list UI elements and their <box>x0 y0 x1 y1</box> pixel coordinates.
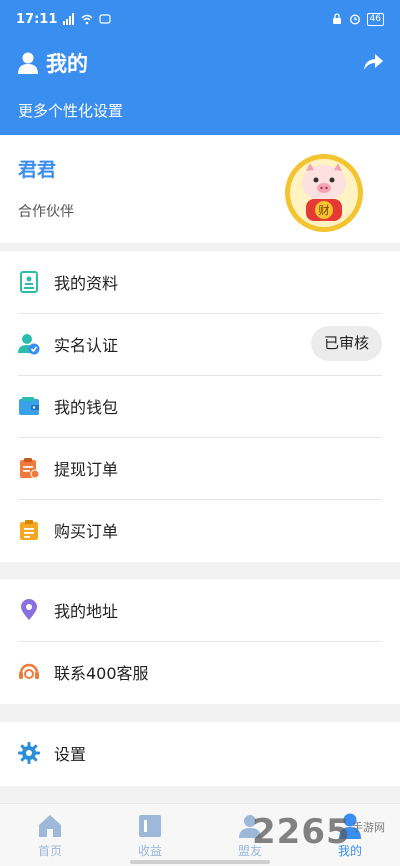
user-role: 合作伙伴 <box>18 204 74 220</box>
menu-item-settings[interactable]: 设置 <box>0 722 400 784</box>
menu-item-my-wallet[interactable]: 我的钱包 <box>0 375 400 437</box>
nfc-icon <box>99 14 111 24</box>
profile-card[interactable]: 君君 合作伙伴 财 <box>0 135 400 243</box>
menu-item-label: 设置 <box>54 745 87 764</box>
page-title: 我的 <box>46 52 88 76</box>
home-indicator[interactable] <box>130 860 270 864</box>
user-icon <box>18 52 38 74</box>
tab-home[interactable]: 首页 <box>0 804 100 866</box>
menu-item-my-address[interactable]: 我的地址 <box>0 579 400 641</box>
status-time: 17:11 <box>16 11 58 27</box>
watermark-logo: 2265 <box>252 812 351 852</box>
avatar-fortune-text: 财 <box>319 203 330 217</box>
menu-item-real-name-verification[interactable]: 实名认证 已审核 <box>0 313 400 375</box>
home-icon <box>39 815 61 837</box>
avatar[interactable]: 财 <box>284 153 364 233</box>
withdraw-clipboard-icon <box>20 458 40 479</box>
menu-item-purchase-orders[interactable]: 购买订单 <box>0 499 400 561</box>
tab-label: 收益 <box>137 844 162 858</box>
status-bar: 17:11 46 <box>0 0 400 38</box>
menu-group-account: 我的资料 实名认证 已审核 我的钱包 提现订单 购买订单 <box>0 251 400 562</box>
battery-indicator: 46 <box>366 12 384 26</box>
menu-item-withdraw-orders[interactable]: 提现订单 <box>0 437 400 499</box>
gear-icon <box>18 742 40 764</box>
signal-icon <box>63 13 75 25</box>
menu-item-label: 提现订单 <box>54 460 119 479</box>
share-icon[interactable] <box>362 52 384 72</box>
menu-group-service: 我的地址 联系400客服 <box>0 579 400 704</box>
verification-status-badge: 已审核 <box>310 326 382 361</box>
location-pin-icon <box>21 599 37 620</box>
menu-item-label: 我的钱包 <box>54 398 119 417</box>
menu-item-contact-service[interactable]: 联系400客服 <box>0 641 400 703</box>
verified-user-icon <box>18 334 40 355</box>
customer-service-icon <box>19 663 39 679</box>
menu-item-label: 我的地址 <box>54 602 119 621</box>
purchase-clipboard-icon <box>20 520 38 540</box>
menu-item-label: 联系400客服 <box>54 664 149 683</box>
tab-label: 首页 <box>37 844 62 858</box>
user-name: 君君 <box>18 159 57 181</box>
wallet-icon <box>19 397 39 415</box>
menu-item-my-profile[interactable]: 我的资料 <box>0 251 400 313</box>
alarm-icon <box>349 14 360 25</box>
lock-icon <box>332 13 341 24</box>
menu-item-label: 购买订单 <box>54 522 119 541</box>
menu-group-settings: 设置 <box>0 722 400 786</box>
menu-item-label: 实名认证 <box>54 336 119 355</box>
header: 我的 更多个性化设置 <box>0 38 400 135</box>
personalize-settings-link[interactable]: 更多个性化设置 <box>18 100 123 121</box>
earnings-icon <box>139 815 161 837</box>
profile-document-icon <box>20 271 38 293</box>
menu-item-label: 我的资料 <box>54 274 119 293</box>
wifi-icon <box>81 14 93 25</box>
tab-earnings[interactable]: 收益 <box>100 804 200 866</box>
watermark-subtext: 手游网 <box>352 821 385 834</box>
